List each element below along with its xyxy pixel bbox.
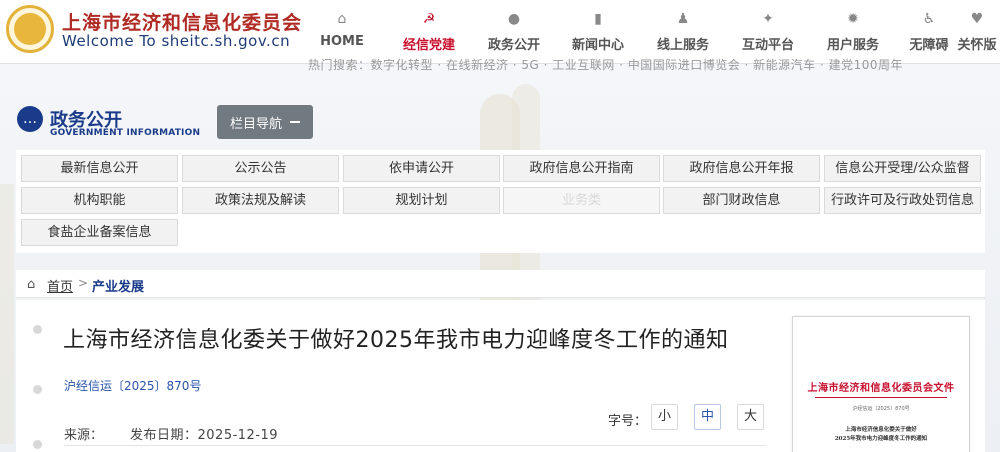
article-date: 发布日期：2025-12-19 [130, 428, 279, 443]
column-nav-label: 栏目导航 [229, 116, 282, 132]
nav-item-accessibility[interactable]: ♿ 无障碍 [904, 0, 954, 64]
nav-label: 无障碍 [909, 38, 949, 53]
category-business[interactable]: 业务类 [503, 187, 660, 214]
breadcrumb: ⌂ 首页 > 产业发展 [16, 270, 985, 298]
nav-item-gov-info[interactable]: ● 政务公开 [479, 0, 549, 64]
category-licensing-penalty[interactable]: 行政许可及行政处罚信息 [824, 187, 981, 214]
home-icon: ⌂ [337, 11, 347, 27]
category-latest-disclosure[interactable]: 最新信息公开 [21, 155, 178, 182]
article-panel: 上海市经济信息化委关于做好2025年我市电力迎峰度冬工作的通知 沪经信运〔202… [16, 300, 985, 452]
breadcrumb-separator: > [78, 276, 89, 290]
doc-preview-title-line2: 2025年我市电力迎峰度冬工作的通知 [834, 436, 928, 442]
category-by-application[interactable]: 依申请公开 [343, 155, 500, 182]
nav-item-interaction[interactable]: ✦ 互动平台 [733, 0, 803, 64]
article-source: 来源： [64, 428, 104, 443]
font-size-label: 字号： [608, 414, 648, 429]
site-subtitle: Welcome To sheitc.sh.gov.cn [62, 32, 291, 50]
minus-icon [290, 121, 300, 123]
category-policies[interactable]: 政策法规及解读 [182, 187, 339, 214]
hot-search-ticker[interactable]: 热门搜索：数字化转型 · 在线新经济 · 5G · 工业互联网 · 中国国际进口… [308, 56, 903, 73]
breadcrumb-home-link[interactable]: 首页 [47, 276, 73, 295]
nav-label: 互动平台 [741, 38, 794, 53]
nav-item-online-service[interactable]: ♟ 线上服务 [648, 0, 718, 64]
divider [64, 445, 766, 446]
category-annual-report[interactable]: 政府信息公开年报 [663, 155, 820, 182]
chat-bubble-icon: … [17, 106, 43, 132]
nav-item-party[interactable]: ☭ 经信党建 [394, 0, 464, 64]
doc-preview-header: 上海市经济和信息化委员会文件 [807, 383, 955, 394]
nav-item-home[interactable]: ⌂ HOME [310, 0, 374, 64]
category-disclosure-guide[interactable]: 政府信息公开指南 [503, 155, 660, 182]
category-plans[interactable]: 规划计划 [343, 187, 500, 214]
gear-icon: ✹ [847, 11, 859, 27]
article-title: 上海市经济信息化委关于做好2025年我市电力迎峰度冬工作的通知 [63, 328, 729, 353]
font-size-large-button[interactable]: 大 [737, 404, 764, 430]
document-number: 沪经信运〔2025〕870号 [64, 379, 202, 393]
site-logo[interactable] [6, 5, 54, 53]
accessibility-icon: ♿ [922, 11, 936, 27]
nav-label: 经信党建 [402, 38, 455, 53]
heart-care-icon: ♥ [970, 11, 984, 27]
category-announcements[interactable]: 公示公告 [182, 155, 339, 182]
category-functions[interactable]: 机构职能 [21, 187, 178, 214]
font-size-small-button[interactable]: 小 [651, 404, 678, 430]
skyline-tower [0, 184, 14, 444]
category-public-supervision[interactable]: 信息公开受理/公众监督 [824, 155, 981, 182]
nav-label: 新闻中心 [571, 38, 624, 53]
nav-label: 用户服务 [826, 38, 879, 53]
document-preview[interactable]: 上海市经济和信息化委员会文件 沪经信运〔2025〕870号 上海市经济信息化委关… [792, 316, 970, 452]
home-icon: ⌂ [27, 277, 36, 292]
category-salt-filing[interactable]: 食盐企业备案信息 [21, 219, 178, 246]
nav-item-news[interactable]: ▮ 新闻中心 [563, 0, 633, 64]
doc-preview-redline [815, 397, 947, 398]
doc-preview-number: 沪经信运〔2025〕870号 [852, 406, 910, 412]
interact-icon: ✦ [762, 11, 774, 27]
font-size-medium-button[interactable]: 中 [694, 404, 721, 430]
bullet-dot [33, 325, 42, 334]
site-header: 上海市经济和信息化委员会 Welcome To sheitc.sh.gov.cn… [0, 0, 1000, 64]
news-bars-icon: ▮ [594, 11, 602, 27]
nav-label: HOME [320, 34, 364, 49]
bullet-dot [33, 440, 42, 449]
party-emblem-icon: ☭ [422, 11, 436, 27]
bullet-dot [33, 385, 42, 394]
nav-label: 政务公开 [487, 38, 540, 53]
doc-preview-title-line1: 上海市经济信息化委关于做好 [845, 427, 917, 433]
nav-label: 关怀版 [957, 38, 997, 53]
column-nav-button[interactable]: 栏目导航 [217, 105, 313, 139]
breadcrumb-current[interactable]: 产业发展 [92, 276, 144, 295]
nav-label: 线上服务 [656, 38, 709, 53]
nav-item-user-service[interactable]: ✹ 用户服务 [818, 0, 888, 64]
site-title[interactable]: 上海市经济和信息化委员会 [62, 8, 302, 35]
section-subtitle-en: GOVERNMENT INFORMATION [50, 128, 201, 138]
category-finance[interactable]: 部门财政信息 [663, 187, 820, 214]
logo-emblem-icon [14, 13, 46, 45]
user-service-icon: ♟ [676, 11, 690, 27]
chat-bubble-icon: ● [507, 11, 521, 27]
nav-item-care-mode[interactable]: ♥ 关怀版 [954, 0, 1000, 64]
category-grid: 最新信息公开 公示公告 依申请公开 政府信息公开指南 政府信息公开年报 信息公开… [16, 150, 985, 253]
